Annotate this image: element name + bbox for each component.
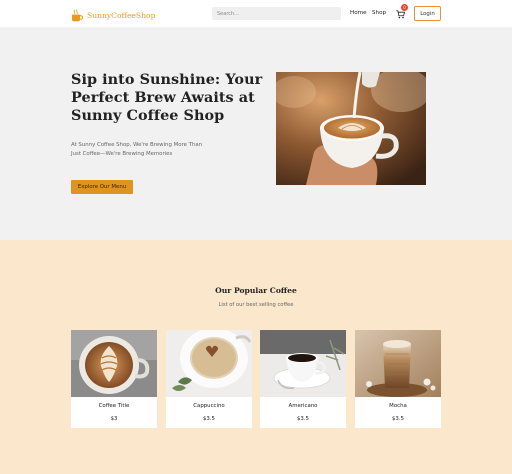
coffee-card-price: $3.5 <box>391 416 404 422</box>
cart-count-badge: 0 <box>401 4 408 11</box>
hero-subtitle: At Sunny Coffee Shop, We're Brewing More… <box>71 142 203 157</box>
coffee-card[interactable]: Americano $3.5 <box>260 330 346 428</box>
popular-title: Our Popular Coffee <box>215 286 297 295</box>
coffee-card[interactable]: Mocha $3.5 <box>355 330 441 428</box>
login-button[interactable]: Login <box>414 6 441 21</box>
brand-logo[interactable]: SunnyCoffeeShop <box>71 8 155 22</box>
cart-button[interactable]: 0 <box>396 4 408 20</box>
coffee-card-name: Cappuccino <box>193 403 225 409</box>
nav-link-home[interactable]: Home <box>350 10 367 16</box>
coffee-card[interactable]: Coffee Title $3 <box>71 330 157 428</box>
coffee-card-name: Mocha <box>389 403 407 409</box>
coffee-card[interactable]: Cappuccino $3.5 <box>166 330 252 428</box>
coffee-card-image <box>355 330 441 397</box>
popular-subtitle: List of our best selling coffee <box>218 302 294 308</box>
coffee-card-price: $3.5 <box>296 416 309 422</box>
coffee-card-name: Coffee Title <box>98 403 130 409</box>
coffee-card-price: $3.5 <box>202 416 215 422</box>
popular-section: Our Popular Coffee List of our best sell… <box>0 240 512 474</box>
coffee-card-image <box>166 330 252 397</box>
coffee-cup-icon <box>72 8 83 21</box>
explore-menu-button[interactable]: Explore Our Menu <box>71 180 133 194</box>
navbar: SunnyCoffeeShop Home Shop 0 Login <box>0 0 512 27</box>
hero-section: Sip into Sunshine: Your Perfect Brew Awa… <box>0 27 512 240</box>
coffee-card-name: Americano <box>288 403 318 409</box>
cart-icon <box>396 10 405 19</box>
hero-title: Sip into Sunshine: Your Perfect Brew Awa… <box>71 71 263 124</box>
brand-name: SunnyCoffeeShop <box>87 10 156 20</box>
coffee-card-price: $3 <box>110 416 118 422</box>
hero-latte-image <box>276 72 426 185</box>
nav-link-shop[interactable]: Shop <box>372 10 386 16</box>
coffee-card-image <box>71 330 157 397</box>
coffee-card-image <box>260 330 346 397</box>
search-input[interactable] <box>212 7 341 20</box>
